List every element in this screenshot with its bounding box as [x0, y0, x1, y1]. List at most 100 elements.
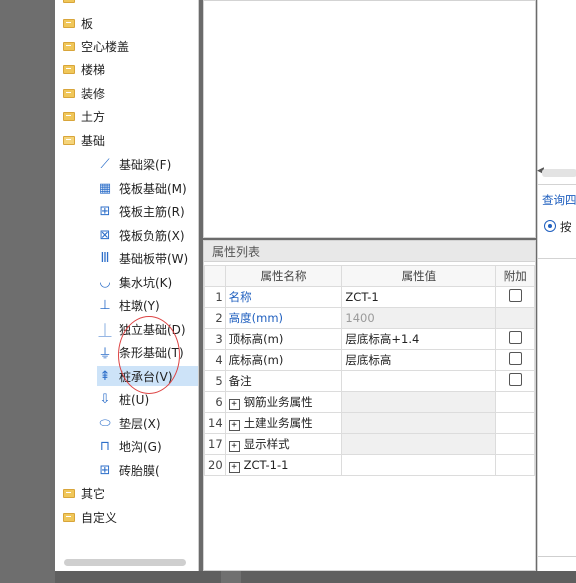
- table-row[interactable]: 17 + 显示样式: [204, 433, 535, 455]
- table-row[interactable]: 3 顶标高(m) 层底标高+1.4: [204, 328, 535, 350]
- strip-foundation-icon: ⏚: [98, 346, 112, 362]
- column-header-name: 属性名称: [224, 265, 343, 287]
- neg-rebar-icon: ⊠: [99, 227, 111, 243]
- checkbox[interactable]: [508, 352, 522, 365]
- rebar-icon: ⊞: [99, 203, 111, 219]
- folder-icon: [63, 88, 75, 98]
- tree-item-label: 砖胎膜(: [119, 463, 160, 478]
- table-row[interactable]: 4 底标高(m) 层底标高: [204, 349, 535, 371]
- right-horizontal-scrollbar[interactable]: [542, 169, 576, 177]
- expand-icon[interactable]: +: [228, 461, 240, 473]
- tree-item-trench[interactable]: ⊓ 地沟(G): [97, 436, 162, 456]
- tree-category-earthwork[interactable]: 土方: [63, 106, 105, 126]
- tree-category-label: 基础: [81, 133, 106, 148]
- brick-mold-icon: ⊞: [99, 462, 111, 478]
- raft-icon: ▦: [98, 180, 112, 196]
- trench-icon: ⊓: [99, 438, 111, 454]
- property-value-input[interactable]: 层底标高+1.4: [341, 328, 497, 350]
- strip-icon: Ⅲ: [100, 250, 110, 266]
- tree-item-raft-neg-rebar[interactable]: ⊠ 筏板负筋(X): [97, 225, 185, 245]
- tree-item-raft-foundation[interactable]: ▦ 筏板基础(M): [97, 178, 187, 198]
- tree-item-raft-main-rebar[interactable]: ⊞ 筏板主筋(R): [97, 201, 185, 221]
- divider: [538, 184, 576, 185]
- tree-category-other[interactable]: 其它: [63, 483, 105, 503]
- top-empty-panel: [203, 0, 536, 238]
- tree-item-label: 基础梁(F): [119, 157, 172, 172]
- right-query-panel: ◀ 查询四 按: [537, 0, 576, 571]
- checkbox[interactable]: [508, 289, 522, 302]
- tree-category-label: 土方: [81, 109, 106, 124]
- pier-icon: ⊥: [99, 297, 111, 313]
- property-group[interactable]: + 钢筋业务属性: [224, 391, 343, 413]
- tree-category-partial[interactable]: [63, 0, 81, 8]
- tree-category-label: 自定义: [81, 510, 118, 525]
- tree-item-label: 基础板带(W): [119, 251, 189, 266]
- tree-category-custom[interactable]: 自定义: [63, 507, 117, 527]
- property-table-header: 属性名称 属性值 附加: [204, 265, 535, 287]
- folder-icon: [63, 512, 75, 522]
- property-value-input[interactable]: [341, 370, 497, 392]
- property-group[interactable]: + ZCT-1-1: [224, 454, 343, 476]
- tree-item-foundation-strip[interactable]: Ⅲ 基础板带(W): [97, 248, 189, 268]
- checkbox[interactable]: [508, 331, 522, 344]
- tree-item-brick-mold[interactable]: ⊞ 砖胎膜(: [97, 460, 160, 480]
- table-row[interactable]: 20 + ZCT-1-1: [204, 454, 535, 476]
- tree-item-cushion[interactable]: ⬭ 垫层(X): [97, 413, 161, 433]
- tree-item-foundation-beam[interactable]: ⟋ 基础梁(F): [97, 154, 171, 174]
- property-value-input[interactable]: ZCT-1: [341, 286, 497, 308]
- query-title: 查询四: [542, 193, 576, 207]
- tree-item-label: 柱墩(Y): [119, 298, 160, 313]
- sump-icon: ◡: [99, 274, 111, 290]
- tree-horizontal-scrollbar[interactable]: [64, 559, 186, 566]
- property-group[interactable]: + 显示样式: [224, 433, 343, 455]
- property-group[interactable]: + 土建业务属性: [224, 412, 343, 434]
- property-list-panel: 属性列表 属性名称 属性值 附加 1 名称 ZCT-1 2 高度(mm) 140…: [203, 240, 536, 571]
- tree-item-label: 地沟(G): [119, 439, 162, 454]
- component-tree: 板 空心楼盖 楼梯 装修 土方 基础 ⟋ 基础梁(F) ▦ 筏板基础(M) ⊞ …: [55, 0, 199, 571]
- left-gutter: [0, 0, 55, 583]
- table-row[interactable]: 6 + 钢筋业务属性: [204, 391, 535, 413]
- isolated-foundation-icon: ⏊: [98, 323, 112, 339]
- tree-item-label: 垫层(X): [119, 416, 161, 431]
- property-name: 顶标高(m): [224, 328, 343, 350]
- tree-category-hollow-floor[interactable]: 空心楼盖: [63, 36, 129, 56]
- tree-category-stairs[interactable]: 楼梯: [63, 59, 105, 79]
- radio-label: 按: [560, 220, 572, 234]
- bottom-status-strip: [55, 571, 576, 583]
- property-name: 底标高(m): [224, 349, 343, 371]
- column-header-extra: 附加: [495, 265, 535, 287]
- cushion-icon: ⬭: [99, 415, 111, 431]
- radio-button[interactable]: [544, 220, 556, 232]
- property-name: 高度(mm): [224, 307, 343, 329]
- tree-item-label: 筏板主筋(R): [119, 204, 185, 219]
- expand-icon[interactable]: +: [228, 441, 240, 452]
- tree-category-label: 其它: [81, 486, 106, 501]
- pile-cap-icon: ⇞: [99, 368, 111, 384]
- table-row[interactable]: 2 高度(mm) 1400: [204, 307, 535, 329]
- property-value-input[interactable]: 层底标高: [341, 349, 497, 371]
- open-folder-icon: [63, 135, 75, 145]
- table-row[interactable]: 5 备注: [204, 370, 535, 392]
- tree-item-sump-pit[interactable]: ◡ 集水坑(K): [97, 272, 172, 292]
- table-row[interactable]: 1 名称 ZCT-1: [204, 286, 535, 308]
- tree-category-label: 空心楼盖: [81, 39, 130, 54]
- tree-item-label: 筏板负筋(X): [119, 228, 185, 243]
- divider: [538, 556, 576, 557]
- tree-category-slab[interactable]: 板: [63, 13, 93, 33]
- table-row[interactable]: 14 + 土建业务属性: [204, 412, 535, 434]
- tree-item-column-pier[interactable]: ⊥ 柱墩(Y): [97, 295, 160, 315]
- checkbox[interactable]: [508, 373, 522, 386]
- property-name: 名称: [224, 286, 343, 308]
- beam-icon: ⟋: [100, 156, 110, 172]
- expand-icon[interactable]: +: [228, 399, 240, 410]
- folder-icon: [63, 18, 75, 28]
- property-list-title: 属性列表: [204, 241, 535, 262]
- tree-category-label: 板: [81, 16, 94, 31]
- expand-icon[interactable]: +: [228, 420, 240, 431]
- tree-category-foundation[interactable]: 基础: [63, 130, 105, 150]
- tree-item-label: 集水坑(K): [119, 275, 173, 290]
- tree-category-label: 楼梯: [81, 62, 106, 77]
- red-annotation-circle: [118, 316, 180, 394]
- property-table: 属性名称 属性值 附加 1 名称 ZCT-1 2 高度(mm) 1400 3 顶…: [204, 265, 535, 476]
- tree-category-decoration[interactable]: 装修: [63, 83, 105, 103]
